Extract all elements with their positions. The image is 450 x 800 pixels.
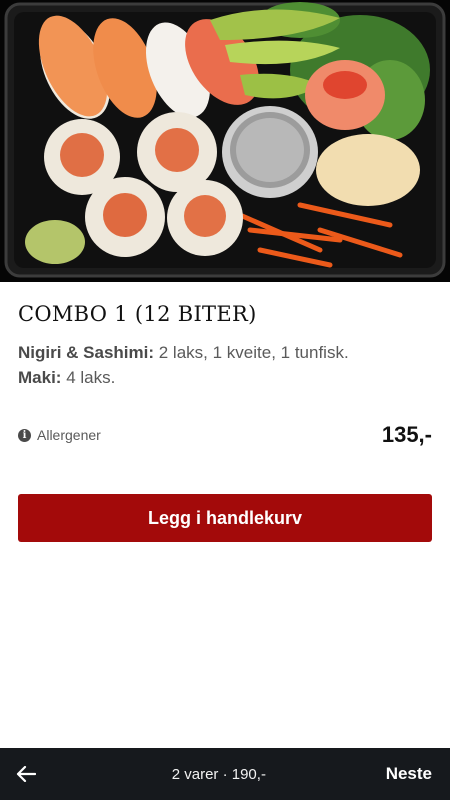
allergen-link[interactable]: i Allergener [18, 427, 101, 443]
product-description: Nigiri & Sashimi: 2 laks, 1 kveite, 1 tu… [18, 340, 432, 390]
product-meta: i Allergener 135,- [18, 422, 432, 448]
product-title: COMBO 1 (12 BITER) [18, 302, 257, 326]
description-line: Nigiri & Sashimi: 2 laks, 1 kveite, 1 tu… [18, 340, 432, 365]
description-text: 4 laks. [61, 368, 116, 387]
description-line: Maki: 4 laks. [18, 365, 432, 390]
arrow-left-icon [16, 766, 36, 782]
allergen-label: Allergener [37, 427, 101, 443]
description-text: 2 laks, 1 kveite, 1 tunfisk. [154, 343, 349, 362]
add-to-cart-button[interactable]: Legg i handlekurv [18, 494, 432, 542]
description-label: Maki: [18, 368, 62, 387]
product-details: COMBO 1 (12 BITER) Nigiri & Sashimi: 2 l… [18, 282, 432, 390]
bottom-bar: 2 varer · 190,- Neste [0, 748, 450, 800]
next-button[interactable]: Neste [386, 764, 450, 784]
product-image [0, 0, 450, 282]
description-label: Nigiri & Sashimi: [18, 343, 155, 362]
product-price: 135,- [381, 422, 432, 447]
back-button[interactable] [0, 748, 52, 800]
info-icon: i [18, 428, 31, 442]
cart-summary: 2 varer · 190,- [171, 765, 266, 783]
